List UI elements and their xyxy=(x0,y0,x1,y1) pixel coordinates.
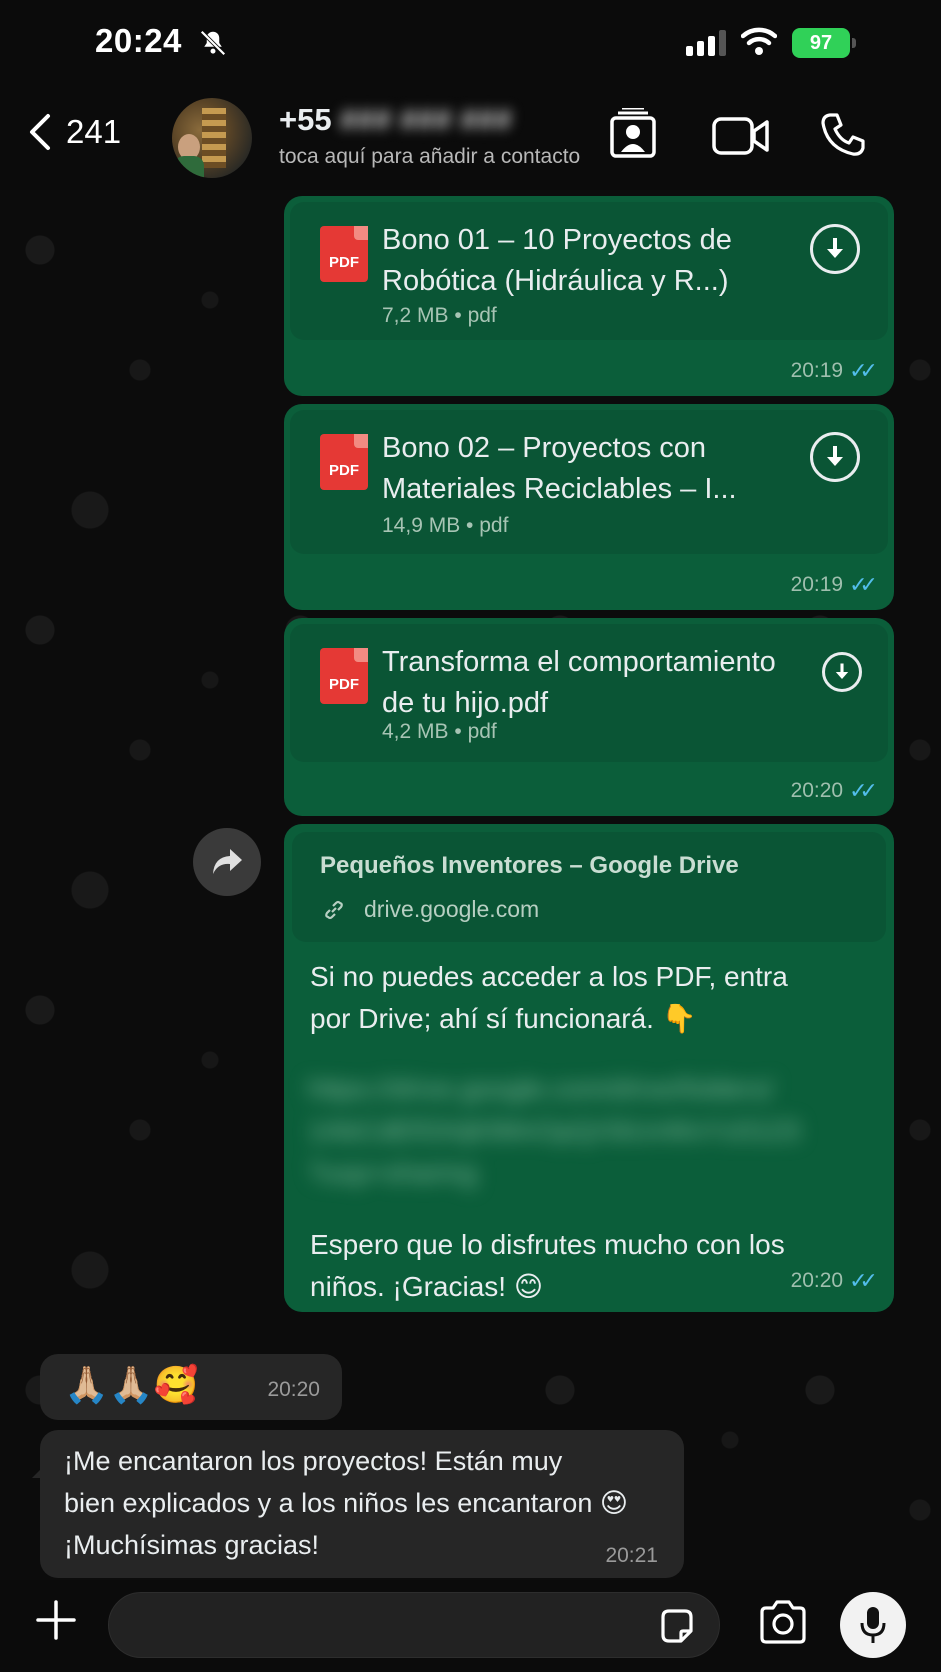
document-meta: 14,9 MB • pdf xyxy=(382,514,509,537)
message-text: ¡Me encantaron los proyectos! Están muy … xyxy=(64,1446,628,1560)
message-time: 20:20 ✓✓ xyxy=(790,778,878,803)
pdf-file-icon: PDF xyxy=(320,648,368,704)
status-bar: 20:24 97 xyxy=(0,0,941,90)
message-time: 20:19 ✓✓ xyxy=(790,572,878,597)
contact-name[interactable]: +55 ### ### ### xyxy=(279,102,512,138)
contact-subtitle[interactable]: toca aquí para añadir a contacto xyxy=(279,145,591,169)
blurred-link-text[interactable]: https://drive.google.com/drive/folders/ … xyxy=(308,1068,800,1194)
document-card[interactable]: PDF Transforma el comportamiento de tu hi… xyxy=(290,624,888,762)
document-meta: 7,2 MB • pdf xyxy=(382,304,497,327)
message-composer xyxy=(0,1580,941,1672)
read-receipt-icon: ✓✓ xyxy=(849,358,878,383)
document-title: Bono 02 – Proyectos con Materiales Recicl… xyxy=(382,432,737,505)
document-title: Bono 01 – 10 Proyectos de Robótica (Hidrá… xyxy=(382,224,732,297)
link-preview-card[interactable]: Pequeños Inventores – Google Drive drive… xyxy=(292,832,886,942)
video-call-icon[interactable] xyxy=(712,116,770,161)
download-arrow-icon xyxy=(827,446,843,466)
pdf-file-icon: PDF xyxy=(320,226,368,282)
document-card[interactable]: PDF Bono 02 – Proyectos con Materiales Re… xyxy=(290,410,888,554)
pdf-file-icon: PDF xyxy=(320,434,368,490)
message-text: 🙏🏼🙏🏼🥰 xyxy=(64,1364,199,1405)
cell-signal-icon xyxy=(686,30,730,61)
incoming-emoji-message[interactable]: 🙏🏼🙏🏼🥰 20:20 xyxy=(40,1354,342,1420)
share-arrow-icon xyxy=(213,849,242,874)
link-chain-icon xyxy=(322,898,346,927)
contact-card-icon[interactable] xyxy=(608,107,658,165)
sticker-icon[interactable] xyxy=(657,1607,697,1652)
outgoing-link-message[interactable]: Pequeños Inventores – Google Drive drive… xyxy=(284,824,894,1312)
chat-area[interactable]: PDF Bono 01 – 10 Proyectos de Robótica (H… xyxy=(0,190,941,1580)
document-card[interactable]: PDF Bono 01 – 10 Proyectos de Robótica (H… xyxy=(290,202,888,340)
incoming-text-message[interactable]: ¡Me encantaron los proyectos! Están muy … xyxy=(40,1430,684,1578)
phone-call-icon[interactable] xyxy=(820,112,866,163)
message-text: Espero que lo disfrutes mucho con los ni… xyxy=(310,1229,785,1302)
message-input[interactable] xyxy=(108,1592,720,1658)
message-text: Si no puedes acceder a los PDF, entra po… xyxy=(310,961,788,1034)
read-receipt-icon: ✓✓ xyxy=(849,1268,878,1293)
contact-number-blurred: ### ### ### xyxy=(339,102,512,137)
message-time: 20:20 ✓✓ xyxy=(790,1268,878,1293)
read-receipt-icon: ✓✓ xyxy=(849,572,878,597)
avatar[interactable] xyxy=(172,98,252,178)
outgoing-document-message[interactable]: PDF Bono 02 – Proyectos con Materiales Re… xyxy=(284,404,894,610)
download-button[interactable] xyxy=(810,432,860,482)
microphone-icon xyxy=(860,1607,886,1643)
forward-button[interactable] xyxy=(193,828,261,896)
message-time: 20:21 xyxy=(605,1544,658,1567)
battery-indicator: 97 xyxy=(792,28,856,58)
chevron-left-icon xyxy=(30,114,50,150)
status-time: 20:24 xyxy=(95,22,182,59)
bell-muted-icon xyxy=(198,28,228,63)
wifi-icon xyxy=(740,26,778,61)
plus-icon xyxy=(36,1600,76,1640)
outgoing-document-message[interactable]: PDF Transforma el comportamiento de tu hi… xyxy=(284,618,894,816)
camera-icon[interactable] xyxy=(758,1600,808,1649)
read-receipt-icon: ✓✓ xyxy=(849,778,878,803)
back-button[interactable]: 241 xyxy=(28,112,121,152)
chat-header: 241 +55 ### ### ### toca aquí para añadir… xyxy=(0,90,941,190)
download-button[interactable] xyxy=(810,224,860,274)
unread-count: 241 xyxy=(66,113,122,150)
message-time: 20:20 xyxy=(267,1378,320,1401)
attach-button[interactable] xyxy=(34,1598,78,1647)
download-arrow-icon xyxy=(827,238,843,258)
download-button[interactable] xyxy=(822,652,862,692)
document-title: Transforma el comportamiento de tu hijo.p… xyxy=(382,646,776,719)
microphone-button[interactable] xyxy=(840,1592,906,1658)
outgoing-document-message[interactable]: PDF Bono 01 – 10 Proyectos de Robótica (H… xyxy=(284,196,894,396)
document-meta: 4,2 MB • pdf xyxy=(382,720,497,743)
download-arrow-icon xyxy=(835,663,849,679)
link-preview-title: Pequeños Inventores – Google Drive xyxy=(320,852,739,879)
message-time: 20:19 ✓✓ xyxy=(790,358,878,383)
link-preview-url: drive.google.com xyxy=(364,896,540,922)
